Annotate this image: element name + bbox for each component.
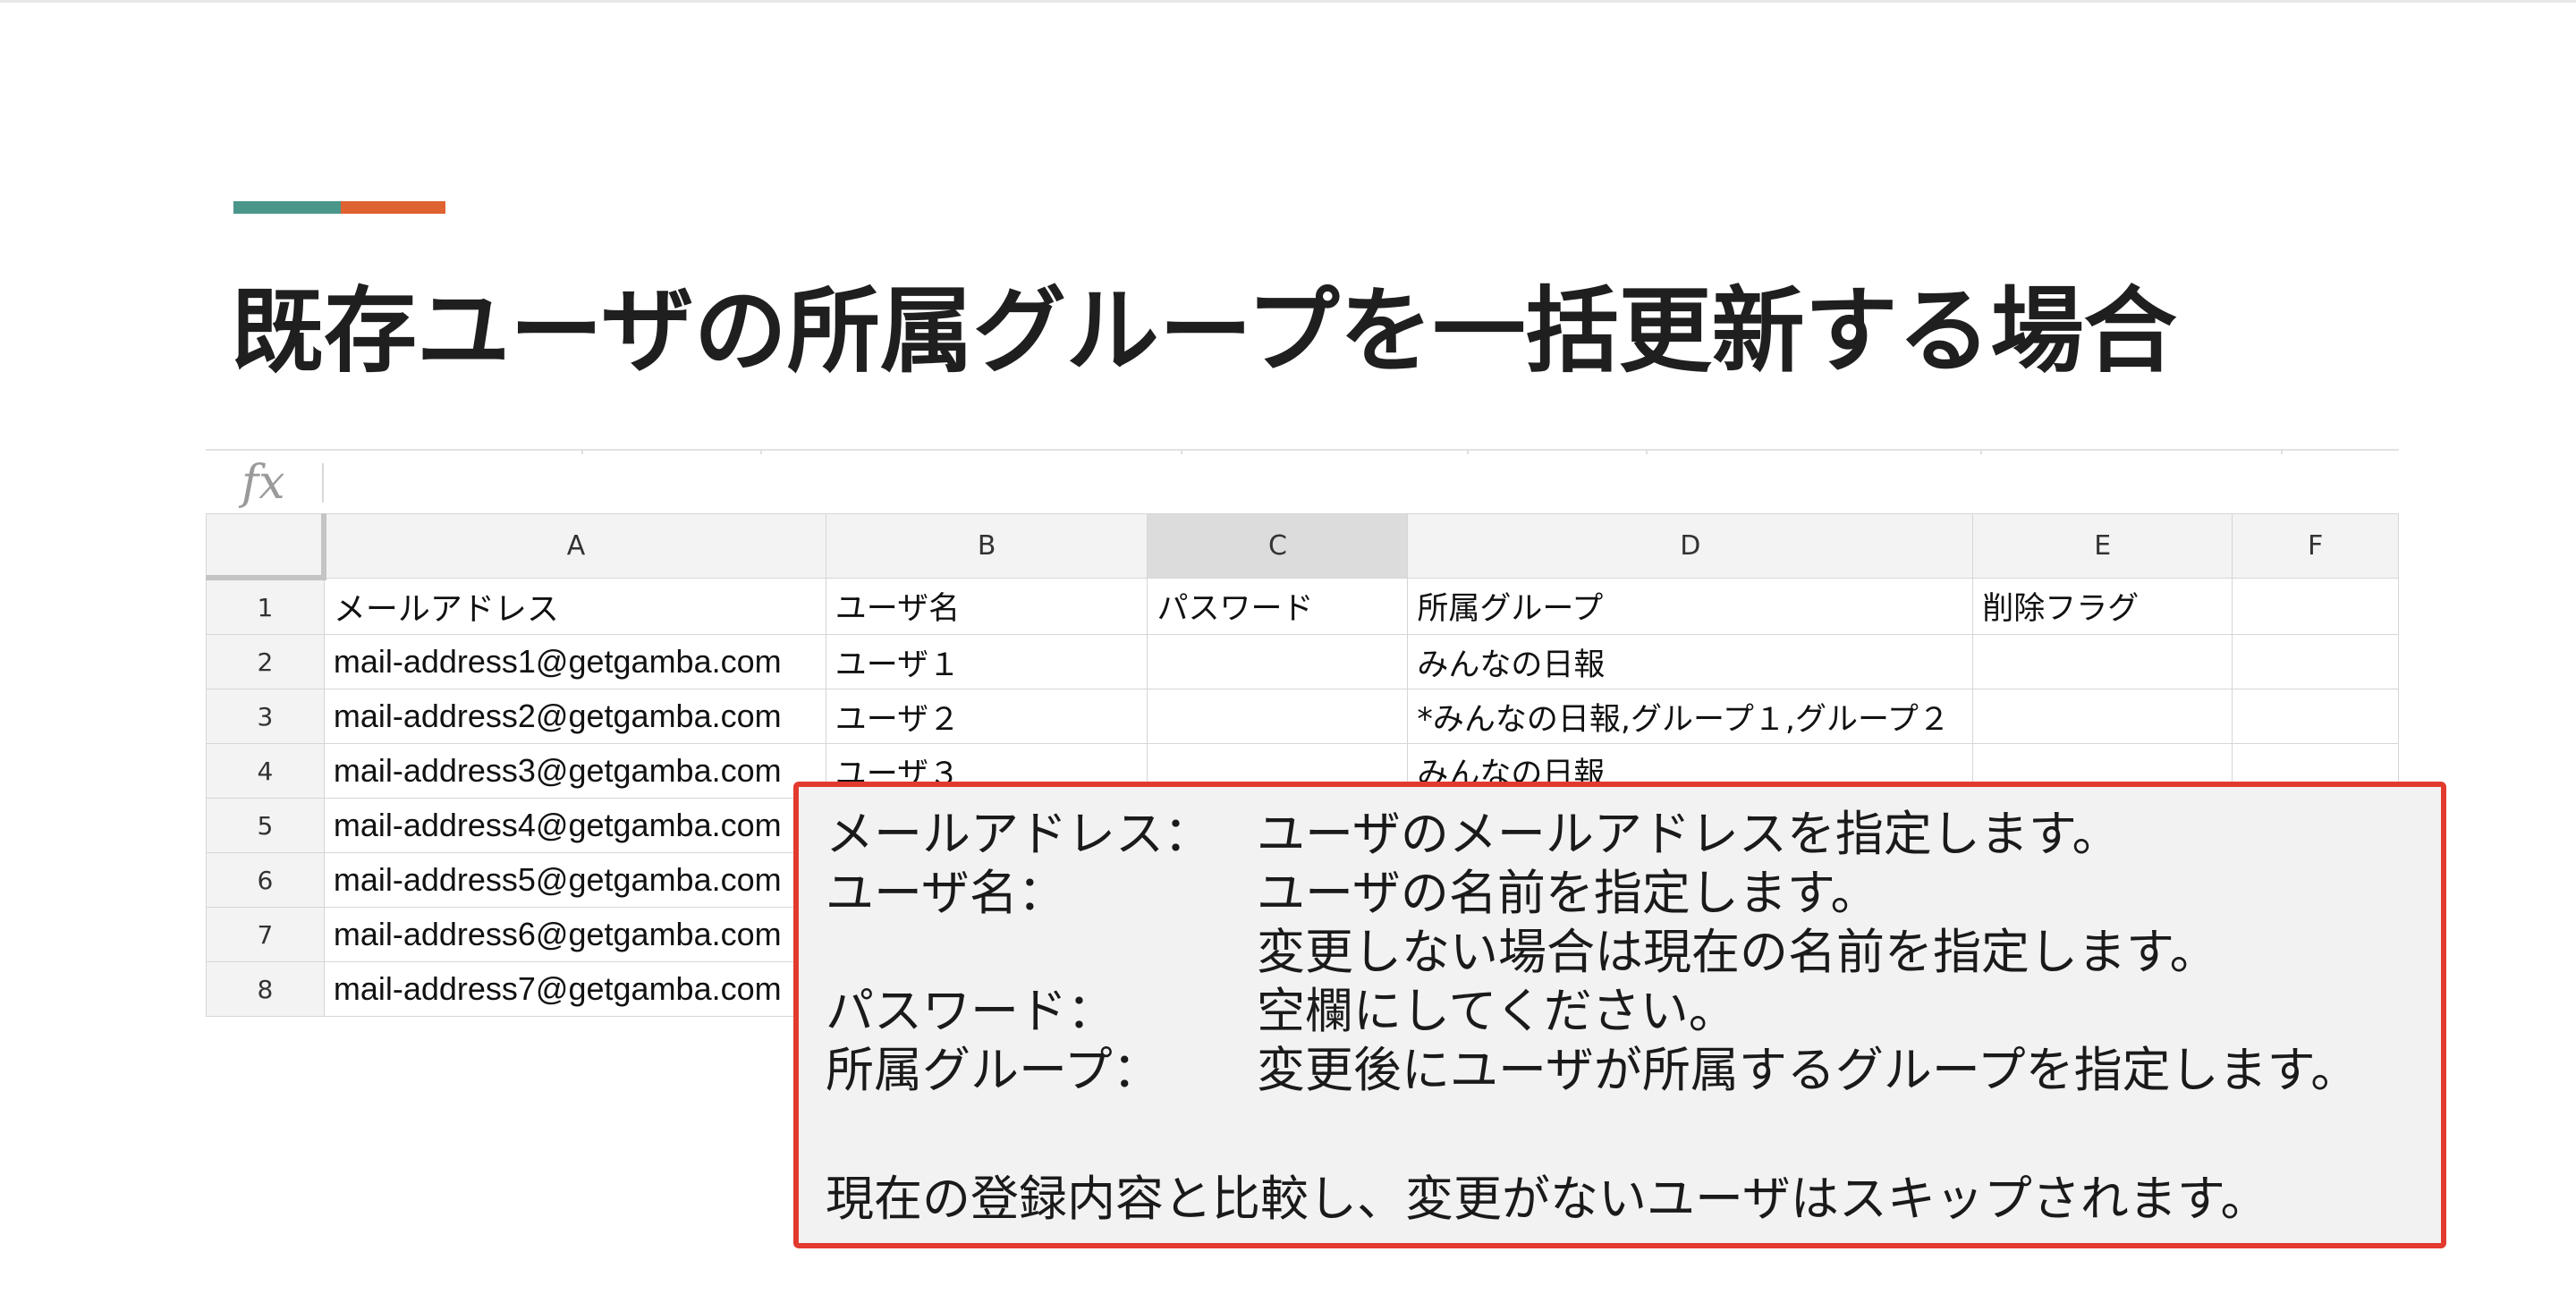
callout-line: 所属グループ： 変更後にユーザが所属するグループを指定します。 — [826, 1041, 2359, 1100]
accent-orange — [341, 201, 445, 214]
row-number[interactable]: 6 — [206, 852, 325, 908]
callout-label: 所属グループ： — [826, 1042, 1161, 1098]
cell[interactable] — [2232, 577, 2399, 635]
slide-title: 既存ユーザの所属グループを一括更新する場合 — [231, 276, 2177, 385]
accent-teal — [233, 201, 341, 214]
cell[interactable]: ユーザ名 — [825, 577, 1148, 635]
callout-label: パスワード： — [826, 983, 1115, 1039]
ruler-tick — [1646, 449, 1648, 454]
cell[interactable] — [2232, 689, 2399, 744]
cell[interactable]: mail-address5@getgamba.com — [323, 852, 826, 908]
callout-line: パスワード： 空欄にしてください。 — [826, 982, 1737, 1041]
ruler-tick — [1980, 449, 1982, 454]
select-all-corner[interactable] — [206, 513, 327, 580]
cell[interactable] — [1147, 634, 1409, 689]
callout-line: メールアドレス： ユーザのメールアドレスを指定します。 — [826, 805, 2121, 864]
ruler-tick — [1467, 449, 1469, 454]
formula-separator — [322, 463, 324, 503]
cell[interactable] — [1147, 689, 1409, 744]
cell[interactable]: パスワード — [1147, 577, 1409, 635]
row-number[interactable]: 7 — [206, 907, 325, 962]
ruler-tick — [1181, 449, 1182, 454]
cell[interactable]: mail-address7@getgamba.com — [323, 961, 826, 1017]
cell[interactable] — [1972, 689, 2233, 744]
ruler-tick — [2281, 449, 2283, 454]
callout-label: メールアドレス： — [826, 806, 1212, 862]
cell[interactable]: 削除フラグ — [1972, 577, 2233, 635]
fx-icon: fx — [242, 456, 285, 510]
table-row: 2 mail-address1@getgamba.com ユーザ１ みんなの日報 — [206, 634, 2399, 689]
ruler-tick — [760, 449, 762, 454]
callout-text: 変更しない場合は現在の名前を指定します。 — [1257, 924, 2218, 980]
cell[interactable]: メールアドレス — [323, 577, 826, 635]
cell[interactable] — [1972, 634, 2233, 689]
column-header-selected[interactable]: C — [1147, 513, 1409, 579]
column-header[interactable]: D — [1407, 513, 1974, 579]
cell[interactable]: mail-address1@getgamba.com — [323, 634, 826, 689]
cell[interactable] — [2232, 634, 2399, 689]
cell[interactable]: ユーザ１ — [825, 634, 1148, 689]
callout-text: 変更後にユーザが所属するグループを指定します。 — [1257, 1042, 2360, 1098]
formula-bar: fx — [206, 449, 2399, 517]
callout-line: 変更しない場合は現在の名前を指定します。 — [826, 923, 2218, 982]
row-number[interactable]: 4 — [206, 743, 325, 799]
callout-text: 空欄にしてください。 — [1257, 983, 1737, 1039]
explanation-callout: メールアドレス： ユーザのメールアドレスを指定します。ユーザ名： ユーザの名前を指定… — [793, 782, 2446, 1248]
cell[interactable]: mail-address4@getgamba.com — [323, 798, 826, 853]
table-row: 1 メールアドレス ユーザ名 パスワード 所属グループ 削除フラグ — [206, 577, 2399, 635]
cell[interactable]: ユーザ２ — [825, 689, 1148, 744]
row-number[interactable]: 2 — [206, 634, 325, 689]
callout-line: ユーザ名： ユーザの名前を指定します。 — [826, 864, 1879, 923]
formula-input[interactable] — [331, 458, 2388, 508]
row-number[interactable]: 8 — [206, 961, 325, 1017]
cell[interactable]: 所属グループ — [1407, 577, 1974, 635]
column-header[interactable]: A — [323, 513, 826, 579]
cell[interactable]: mail-address3@getgamba.com — [323, 743, 826, 799]
callout-text: ユーザの名前を指定します。 — [1257, 865, 1879, 921]
cell[interactable]: *みんなの日報,グループ１,グループ２ — [1407, 689, 1974, 744]
column-header[interactable]: E — [1972, 513, 2233, 579]
cell[interactable]: みんなの日報 — [1407, 634, 1974, 689]
cell[interactable]: mail-address2@getgamba.com — [323, 689, 826, 744]
ruler-tick — [581, 449, 583, 454]
callout-label: ユーザ名： — [826, 865, 1066, 921]
callout-text: ユーザのメールアドレスを指定します。 — [1257, 806, 2121, 862]
callout-note: 現在の登録内容と比較し、変更がないユーザはスキップされます。 — [826, 1171, 2269, 1227]
column-header[interactable]: B — [825, 513, 1148, 579]
column-header[interactable]: F — [2232, 513, 2399, 579]
row-number[interactable]: 5 — [206, 798, 325, 853]
top-divider — [0, 0, 2576, 3]
row-number[interactable]: 3 — [206, 689, 325, 744]
table-row: 3 mail-address2@getgamba.com ユーザ２ *みんなの日報,グ… — [206, 689, 2399, 744]
row-number[interactable]: 1 — [206, 577, 325, 635]
cell[interactable]: mail-address6@getgamba.com — [323, 907, 826, 962]
